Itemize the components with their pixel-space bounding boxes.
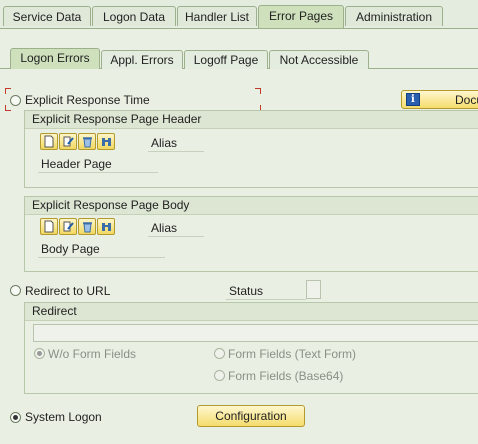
configuration-button[interactable]: Configuration <box>197 405 305 427</box>
system-logon-label: System Logon <box>25 410 102 424</box>
header-page-underline <box>38 172 158 173</box>
status-label: Status <box>229 284 264 298</box>
body-alias-underline <box>148 236 204 237</box>
tab-logon-errors[interactable]: Logon Errors <box>10 48 100 69</box>
header-alias-underline <box>148 151 204 152</box>
documentation-button-label: Docu <box>455 93 478 107</box>
header-alias-label: Alias <box>151 136 178 150</box>
binoculars-icon[interactable] <box>97 218 115 235</box>
body-group-title: Explicit Response Page Body <box>25 197 478 215</box>
redirect-group-title: Redirect <box>25 303 478 321</box>
main-tab-strip: Service Data Logon Data Handler List Err… <box>0 0 478 29</box>
header-page-label: Header Page <box>41 157 112 171</box>
body-page-label: Body Page <box>41 242 100 256</box>
delete-icon[interactable] <box>78 133 96 150</box>
wo-form-fields-radio[interactable] <box>34 348 45 359</box>
redirect-url-input[interactable] <box>33 324 478 342</box>
body-alias-label: Alias <box>151 221 178 235</box>
wo-form-fields-label: W/o Form Fields <box>48 347 137 361</box>
header-group-title: Explicit Response Page Header <box>25 111 478 129</box>
redirect-url-label: Redirect to URL <box>25 284 111 298</box>
delete-icon[interactable] <box>78 218 96 235</box>
tab-handler-list[interactable]: Handler List <box>177 6 257 26</box>
system-logon-radio[interactable] <box>10 412 21 423</box>
new-document-icon[interactable] <box>40 133 58 150</box>
binoculars-icon[interactable] <box>97 133 115 150</box>
new-document-icon[interactable] <box>40 218 58 235</box>
explicit-response-label: Explicit Response Time <box>25 93 150 107</box>
tab-service-data[interactable]: Service Data <box>3 6 91 26</box>
tab-not-accessible[interactable]: Not Accessible <box>269 50 369 69</box>
tab-logoff-page[interactable]: Logoff Page <box>184 50 268 69</box>
info-icon: i <box>406 93 420 106</box>
documentation-button[interactable]: i Docu <box>401 90 478 109</box>
status-field[interactable] <box>306 280 321 299</box>
focus-corner <box>5 88 11 94</box>
redirect-url-radio[interactable] <box>10 285 21 296</box>
tab-error-pages[interactable]: Error Pages <box>258 5 344 28</box>
form-fields-text-label: Form Fields (Text Form) <box>228 347 357 361</box>
edit-icon[interactable] <box>59 133 77 150</box>
form-fields-text-radio[interactable] <box>214 348 225 359</box>
form-fields-base64-radio[interactable] <box>214 370 225 381</box>
status-underline <box>226 299 306 300</box>
tab-logon-data[interactable]: Logon Data <box>92 6 176 26</box>
explicit-response-radio[interactable] <box>10 95 21 106</box>
tab-administration[interactable]: Administration <box>345 6 443 26</box>
body-page-underline <box>38 257 165 258</box>
sub-tab-strip: Logon Errors Appl. Errors Logoff Page No… <box>0 46 478 69</box>
focus-corner <box>255 88 261 94</box>
tab-appl-errors[interactable]: Appl. Errors <box>101 50 183 69</box>
edit-icon[interactable] <box>59 218 77 235</box>
form-fields-base64-label: Form Fields (Base64) <box>228 369 344 383</box>
focus-corner <box>5 105 11 111</box>
